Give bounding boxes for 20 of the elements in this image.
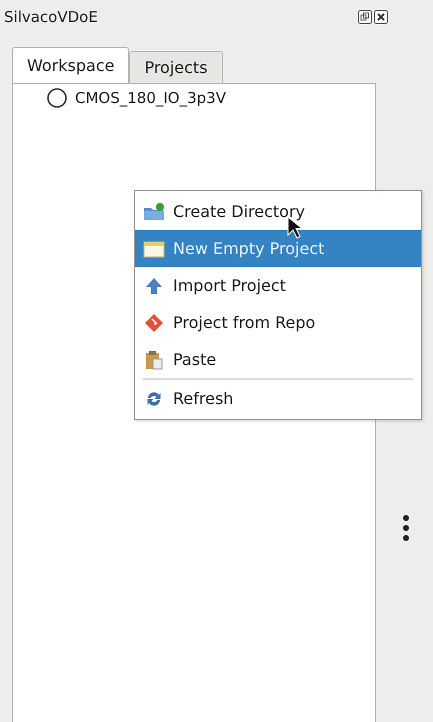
- circle-icon: [47, 88, 67, 108]
- menu-item[interactable]: Create Directory: [135, 193, 421, 230]
- menu-item[interactable]: Paste: [135, 341, 421, 378]
- more-icon[interactable]: [402, 514, 410, 542]
- window-title: SilvacoVDoE: [4, 8, 99, 26]
- menu-item[interactable]: Project from Repo: [135, 304, 421, 341]
- menu-item[interactable]: Refresh: [135, 380, 421, 417]
- refresh-icon: [145, 390, 163, 408]
- tree-item[interactable]: CMOS_180_IO_3p3V: [47, 88, 375, 108]
- menu-item[interactable]: New Empty Project: [135, 230, 421, 267]
- close-icon[interactable]: [374, 10, 388, 24]
- float-icon[interactable]: [358, 10, 372, 24]
- window-icon: [143, 240, 165, 258]
- tab[interactable]: Workspace: [12, 47, 130, 83]
- diamond-icon: [144, 312, 164, 332]
- arrow-up-icon: [144, 276, 164, 294]
- folder-icon: [143, 202, 165, 220]
- menu-item[interactable]: Import Project: [135, 267, 421, 304]
- clipboard-icon: [145, 350, 163, 370]
- tab[interactable]: Projects: [129, 51, 223, 83]
